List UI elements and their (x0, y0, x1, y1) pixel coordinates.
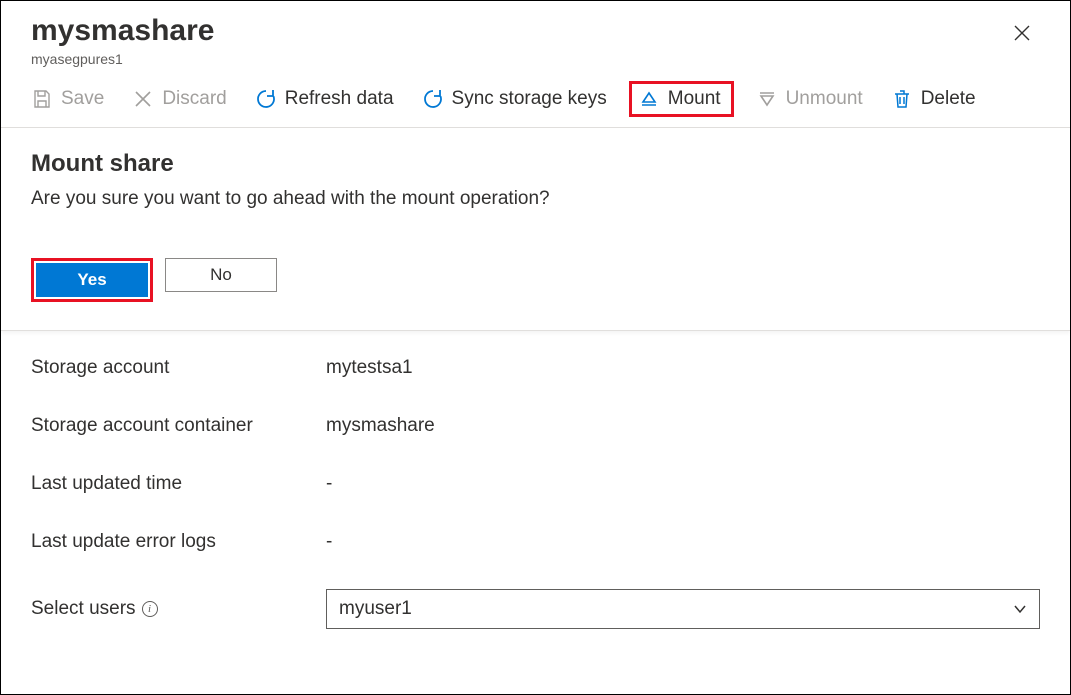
field-storage-account: Storage account mytestsa1 (31, 357, 1040, 379)
unmount-label: Unmount (786, 88, 863, 110)
unmount-icon (756, 88, 778, 110)
select-users-value: myuser1 (339, 598, 412, 620)
sync-icon (422, 88, 444, 110)
info-icon[interactable]: i (142, 601, 158, 617)
error-logs-label: Last update error logs (31, 531, 326, 553)
refresh-label: Refresh data (285, 88, 394, 110)
chevron-down-icon (1013, 602, 1027, 616)
error-logs-value: - (326, 531, 1040, 553)
unmount-button[interactable]: Unmount (756, 88, 863, 110)
mount-label: Mount (668, 88, 721, 110)
resource-subtitle: myasegpures1 (31, 51, 214, 67)
discard-icon (132, 88, 154, 110)
field-select-users: Select users i myuser1 (31, 589, 1040, 629)
close-button[interactable] (1008, 19, 1036, 47)
confirm-dialog: Mount share Are you sure you want to go … (1, 128, 1070, 331)
properties-section: Storage account mytestsa1 Storage accoun… (1, 331, 1070, 649)
panel-header: mysmashare myasegpures1 (1, 1, 1070, 75)
mount-icon (638, 88, 660, 110)
discard-button[interactable]: Discard (132, 88, 226, 110)
command-toolbar: Save Discard Refresh data Sync storage k… (1, 75, 1070, 128)
field-error-logs: Last update error logs - (31, 531, 1040, 553)
select-users-label: Select users i (31, 598, 326, 620)
confirm-title: Mount share (31, 150, 1040, 178)
delete-label: Delete (921, 88, 976, 110)
container-value: mysmashare (326, 415, 1040, 437)
save-button[interactable]: Save (31, 88, 104, 110)
refresh-button[interactable]: Refresh data (255, 88, 394, 110)
select-users-dropdown[interactable]: myuser1 (326, 589, 1040, 629)
share-panel: mysmashare myasegpures1 Save Discard Ref… (0, 0, 1071, 695)
refresh-icon (255, 88, 277, 110)
select-users-label-text: Select users (31, 598, 136, 620)
yes-button[interactable]: Yes (36, 263, 148, 297)
container-label: Storage account container (31, 415, 326, 437)
title-block: mysmashare myasegpures1 (31, 13, 214, 67)
sync-button[interactable]: Sync storage keys (422, 88, 607, 110)
sync-label: Sync storage keys (452, 88, 607, 110)
close-icon (1014, 25, 1030, 41)
delete-icon (891, 88, 913, 110)
yes-highlight: Yes (31, 258, 153, 302)
delete-button[interactable]: Delete (891, 88, 976, 110)
field-last-updated: Last updated time - (31, 473, 1040, 495)
save-icon (31, 88, 53, 110)
confirm-buttons: Yes No (31, 258, 1040, 302)
save-label: Save (61, 88, 104, 110)
storage-account-label: Storage account (31, 357, 326, 379)
last-updated-value: - (326, 473, 1040, 495)
page-title: mysmashare (31, 13, 214, 49)
storage-account-value: mytestsa1 (326, 357, 1040, 379)
mount-button[interactable]: Mount (629, 81, 734, 117)
last-updated-label: Last updated time (31, 473, 326, 495)
no-button[interactable]: No (165, 258, 277, 292)
field-container: Storage account container mysmashare (31, 415, 1040, 437)
confirm-message: Are you sure you want to go ahead with t… (31, 188, 1040, 210)
discard-label: Discard (162, 88, 226, 110)
